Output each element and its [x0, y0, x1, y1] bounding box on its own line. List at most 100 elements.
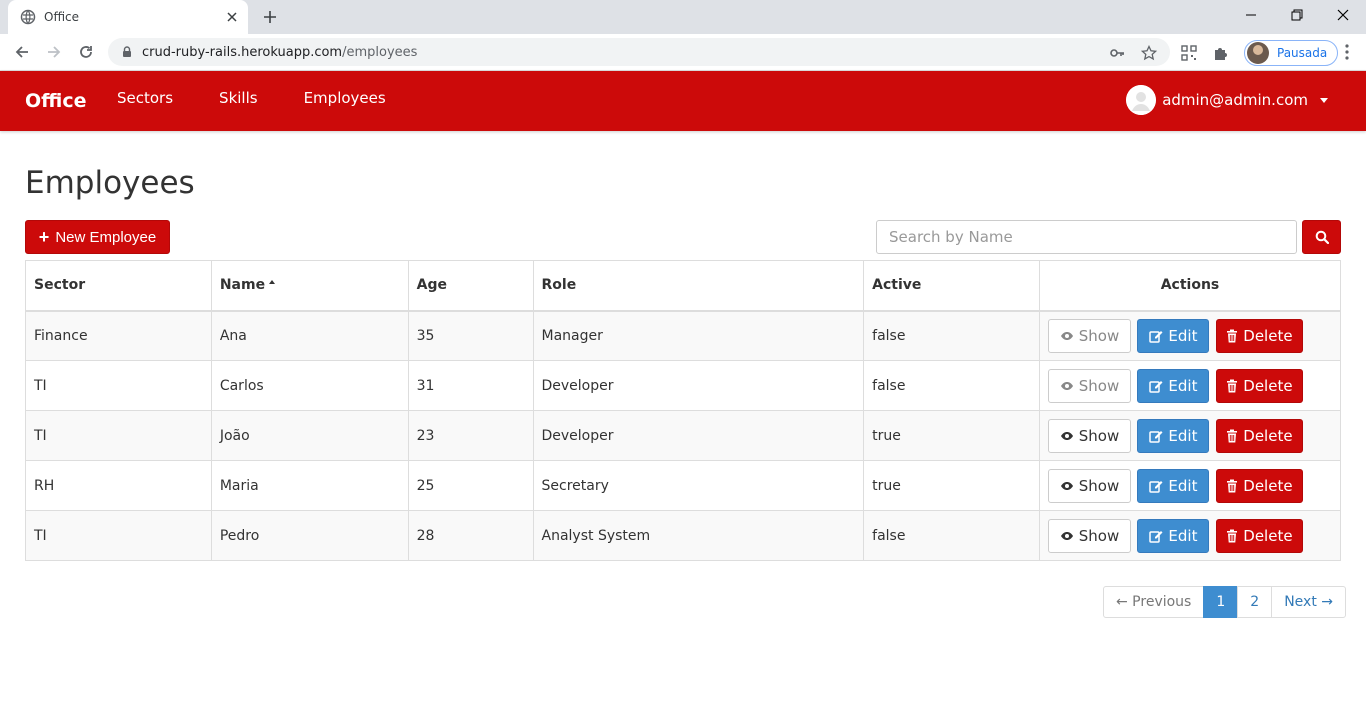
- cell-active: false: [863, 510, 1040, 561]
- eye-icon: [1060, 481, 1074, 491]
- cell-sector: TI: [25, 360, 212, 411]
- tab-title: Office: [44, 10, 80, 24]
- cell-active: true: [863, 460, 1040, 511]
- eye-icon: [1060, 331, 1074, 341]
- delete-button[interactable]: Delete: [1215, 518, 1303, 553]
- user-menu-dropdown[interactable]: admin@admin.com: [1126, 85, 1328, 115]
- nav-link-sectors[interactable]: Sectors: [117, 89, 173, 107]
- edit-icon: [1149, 429, 1163, 443]
- show-button[interactable]: Show: [1048, 468, 1131, 503]
- qr-code-icon[interactable]: [1180, 44, 1198, 62]
- profile-button[interactable]: Pausada: [1244, 40, 1339, 66]
- eye-icon: [1060, 531, 1074, 541]
- restore-icon[interactable]: [1274, 0, 1320, 30]
- cell-active: true: [863, 410, 1040, 461]
- new-tab-icon[interactable]: [260, 7, 280, 27]
- cell-role: Analyst System: [532, 510, 865, 561]
- header-sector[interactable]: Sector: [25, 260, 212, 312]
- extensions-puzzle-icon[interactable]: [1212, 44, 1230, 62]
- cell-active: false: [863, 310, 1040, 361]
- delete-label: Delete: [1243, 326, 1293, 345]
- app-navbar: Office Sectors Skills Employees admin@ad…: [0, 71, 1366, 131]
- previous-page-link[interactable]: ← Previous: [1103, 586, 1205, 618]
- bookmark-star-icon[interactable]: [1140, 44, 1158, 62]
- edit-button[interactable]: Edit: [1137, 318, 1210, 353]
- table-row: RH Maria 25 Secretary true Show Edit Del…: [25, 460, 1341, 511]
- edit-icon: [1149, 379, 1163, 393]
- edit-button[interactable]: Edit: [1137, 418, 1210, 453]
- edit-icon: [1149, 329, 1163, 343]
- edit-button[interactable]: Edit: [1137, 518, 1210, 553]
- trash-icon: [1226, 329, 1238, 343]
- edit-label: Edit: [1168, 376, 1198, 395]
- cell-age: 25: [407, 460, 534, 511]
- delete-button[interactable]: Delete: [1215, 318, 1303, 353]
- address-bar[interactable]: crud-ruby-rails.herokuapp.com/employees: [108, 38, 1170, 66]
- url-text: crud-ruby-rails.herokuapp.com/employees: [142, 45, 417, 60]
- close-tab-icon[interactable]: [224, 9, 240, 25]
- cell-name: João: [210, 410, 409, 461]
- reload-icon[interactable]: [74, 40, 98, 64]
- brand-link[interactable]: Office: [25, 90, 87, 112]
- delete-button[interactable]: Delete: [1215, 418, 1303, 453]
- page-link-2[interactable]: 2: [1237, 586, 1273, 618]
- header-age[interactable]: Age: [407, 260, 534, 312]
- table-row: TI Carlos 31 Developer false Show Edit D…: [25, 360, 1341, 411]
- table-row: Finance Ana 35 Manager false Show Edit D…: [25, 310, 1341, 361]
- header-actions: Actions: [1039, 260, 1341, 312]
- show-button[interactable]: Show: [1048, 318, 1131, 353]
- delete-button[interactable]: Delete: [1215, 368, 1303, 403]
- edit-button[interactable]: Edit: [1137, 368, 1210, 403]
- show-label: Show: [1078, 376, 1120, 395]
- back-icon[interactable]: [10, 40, 34, 64]
- show-label: Show: [1078, 476, 1120, 495]
- window-controls: [1228, 0, 1366, 34]
- show-label: Show: [1078, 526, 1120, 545]
- globe-icon: [20, 9, 36, 25]
- page-link-1[interactable]: 1: [1203, 586, 1239, 618]
- cell-name: Maria: [210, 460, 409, 511]
- show-label: Show: [1078, 326, 1120, 345]
- show-button[interactable]: Show: [1048, 518, 1131, 553]
- edit-label: Edit: [1168, 526, 1198, 545]
- key-icon[interactable]: [1108, 44, 1126, 62]
- new-employee-label: New Employee: [55, 228, 157, 246]
- browser-menu-icon[interactable]: [1338, 43, 1356, 61]
- sort-ascending-icon: [269, 280, 276, 285]
- edit-button[interactable]: Edit: [1137, 468, 1210, 503]
- search-input[interactable]: [876, 220, 1297, 254]
- nav-link-employees[interactable]: Employees: [304, 89, 386, 107]
- plus-icon: +: [38, 227, 50, 247]
- cell-age: 28: [407, 510, 534, 561]
- nav-link-skills[interactable]: Skills: [219, 89, 258, 107]
- cell-role: Secretary: [532, 460, 865, 511]
- trash-icon: [1226, 429, 1238, 443]
- show-button[interactable]: Show: [1048, 368, 1131, 403]
- header-name-label: Name: [219, 277, 266, 294]
- table-header-row: Sector Name Age Role Active Actions: [25, 260, 1341, 312]
- cell-role: Developer: [532, 360, 865, 411]
- url-host: crud-ruby-rails.herokuapp.com: [142, 44, 343, 60]
- show-button[interactable]: Show: [1048, 418, 1131, 453]
- delete-button[interactable]: Delete: [1215, 468, 1303, 503]
- search-button[interactable]: [1302, 220, 1341, 254]
- next-page-link[interactable]: Next →: [1271, 586, 1346, 618]
- trash-icon: [1226, 479, 1238, 493]
- cell-sector: RH: [25, 460, 212, 511]
- delete-label: Delete: [1243, 476, 1293, 495]
- header-name[interactable]: Name: [210, 260, 409, 312]
- header-role[interactable]: Role: [532, 260, 865, 312]
- cell-actions: Show Edit Delete: [1039, 510, 1341, 561]
- forward-icon[interactable]: [42, 40, 66, 64]
- header-active[interactable]: Active: [863, 260, 1040, 312]
- minimize-icon[interactable]: [1228, 0, 1274, 30]
- edit-icon: [1149, 529, 1163, 543]
- browser-tab[interactable]: Office: [8, 0, 248, 34]
- trash-icon: [1226, 379, 1238, 393]
- cell-name: Pedro: [210, 510, 409, 561]
- eye-icon: [1060, 431, 1074, 441]
- cell-active: false: [863, 360, 1040, 411]
- close-window-icon[interactable]: [1320, 0, 1366, 30]
- cell-role: Manager: [532, 310, 865, 361]
- new-employee-button[interactable]: + New Employee: [25, 220, 170, 254]
